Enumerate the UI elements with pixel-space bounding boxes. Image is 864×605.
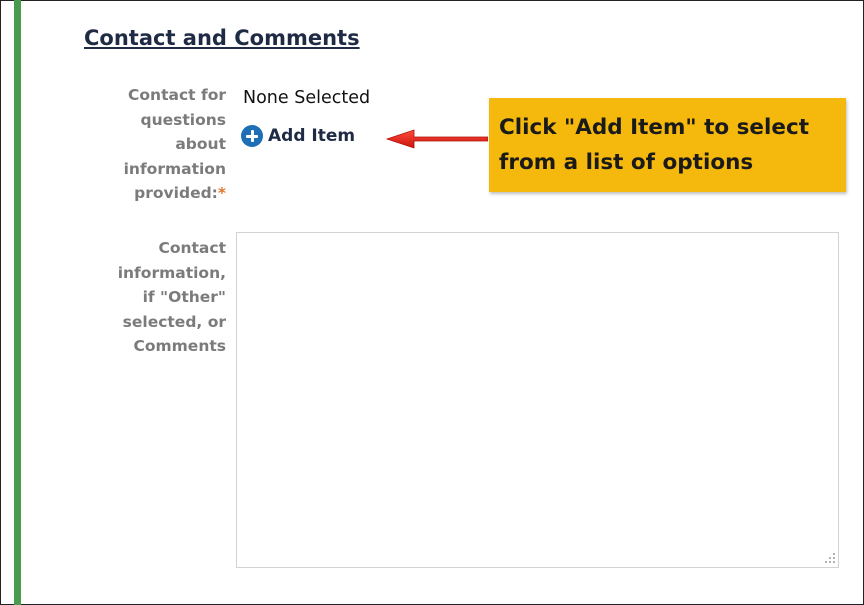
instruction-callout: Click "Add Item" to select from a list o… [489, 98, 846, 192]
section-title: Contact and Comments [84, 26, 360, 50]
resize-grip-icon[interactable] [822, 550, 836, 564]
plus-circle-icon [241, 125, 263, 147]
comments-textarea[interactable] [236, 232, 839, 568]
callout-text: Click "Add Item" to select from a list o… [499, 115, 809, 175]
required-marker: * [217, 184, 226, 202]
contact-field-label: Contact for questions about information … [86, 83, 226, 206]
add-item-button[interactable]: Add Item [241, 125, 355, 147]
pointer-arrow-icon [385, 129, 488, 149]
contact-selection-value: None Selected [243, 88, 371, 108]
comments-field-label: Contact information, if "Other" selected… [117, 239, 226, 355]
add-item-label: Add Item [268, 126, 356, 146]
contact-field-label-text: Contact for questions about information … [123, 86, 226, 202]
section-accent-bar [14, 0, 21, 605]
